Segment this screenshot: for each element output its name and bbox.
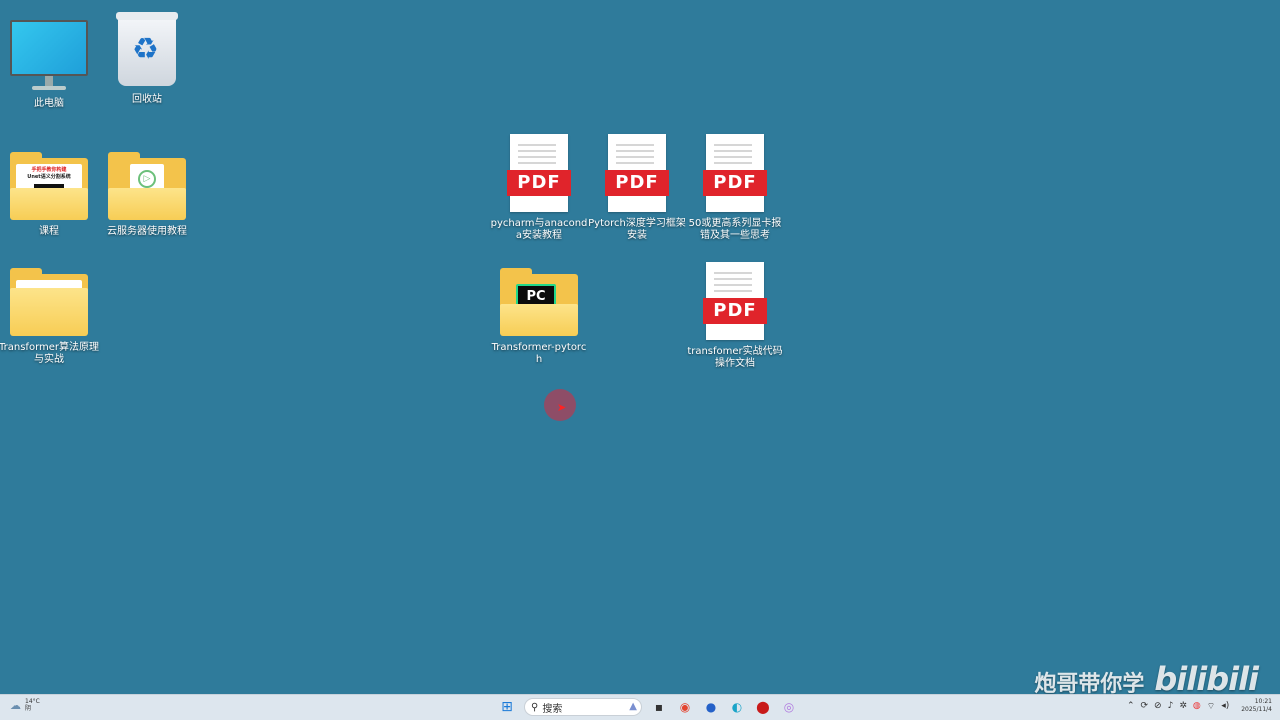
taskbar: ☁ 14°C 阴 ⊞ ⚲ 搜索 ▲ ▪ ◉ ● ◐ ⬤ ◎ ⌃ ⟳ ⊘ ♪ ✲ …	[0, 694, 1280, 720]
desktop-icon-this-pc[interactable]: 此电脑	[0, 10, 99, 110]
pdf-badge: PDF	[703, 170, 767, 196]
settings-icon[interactable]: ✲	[1179, 701, 1187, 711]
watermark: 炮哥带你学 bilibili	[1034, 660, 1259, 698]
folder-icon: PC	[500, 268, 578, 336]
icon-label: Transformer算法原理与实战	[0, 342, 100, 365]
edge-icon[interactable]: ◐	[728, 698, 746, 716]
icon-label: Pytorch深度学习框架安装	[588, 218, 686, 241]
desktop-icon-pdf-gpu-errors[interactable]: PDF 50或更高系列显卡报错及其一些思考	[685, 134, 785, 241]
camera-off-icon[interactable]: ⊘	[1154, 701, 1162, 711]
weather-condition: 阴	[25, 705, 32, 712]
clock[interactable]: 10:21 2025/11/4	[1241, 698, 1272, 714]
pdf-file-icon: PDF	[703, 134, 767, 212]
mouse-cursor-icon: ➤	[557, 401, 567, 414]
volume-icon[interactable]: ◂)	[1221, 701, 1229, 711]
cloud-icon: ☁	[10, 698, 21, 712]
desktop-icon-course-folder[interactable]: 手把手教你构建 Unet语义分割系统 课程	[0, 138, 99, 238]
desktop-icon-transformer-pytorch-folder[interactable]: PC Transformer-pytorch	[489, 266, 589, 366]
bilibili-logo: bilibili	[1154, 660, 1259, 698]
app-tray-icon[interactable]: ◍	[1193, 701, 1201, 711]
task-view-icon[interactable]: ▪	[650, 698, 668, 716]
folder-icon: ▷	[108, 152, 186, 220]
wifi-icon[interactable]: ⌔	[1207, 701, 1215, 712]
desktop-icon-pdf-pycharm[interactable]: PDF pycharm与anaconda安装教程	[489, 134, 589, 241]
search-placeholder: 搜索	[542, 703, 563, 715]
desktop-icon-transformer-folder[interactable]: Transformer算法原理与实战	[0, 266, 99, 366]
start-icon[interactable]: ⊞	[498, 698, 516, 716]
monitor-icon	[10, 20, 88, 92]
desktop-icon-pdf-transformer-doc[interactable]: PDF transfomer实战代码操作文档	[685, 262, 785, 369]
icon-label: 课程	[39, 226, 59, 237]
weather-widget[interactable]: ☁ 14°C 阴	[10, 698, 40, 712]
microphone-icon[interactable]: ♪	[1168, 701, 1174, 711]
pdf-file-icon: PDF	[703, 262, 767, 340]
pdf-file-icon: PDF	[605, 134, 669, 212]
thumbnail-text: Unet语义分割系统	[27, 174, 71, 180]
desktop-icon-recycle-bin[interactable]: ♻ 回收站	[97, 6, 197, 106]
sync-icon[interactable]: ⟳	[1140, 701, 1148, 711]
desktop-icon-pdf-pytorch[interactable]: PDF Pytorch深度学习框架安装	[587, 134, 687, 241]
icon-label: 此电脑	[34, 98, 64, 109]
weather-temp: 14°C	[25, 698, 40, 705]
icon-label: 回收站	[132, 94, 162, 105]
search-highlight-icon: ▲	[629, 701, 637, 712]
maps-icon[interactable]: ●	[702, 698, 720, 716]
icon-label: pycharm与anaconda安装教程	[490, 218, 588, 241]
icon-label: 云服务器使用教程	[107, 226, 187, 237]
desktop-icon-cloud-server-folder[interactable]: ▷ 云服务器使用教程	[97, 138, 197, 238]
icon-label: 50或更高系列显卡报错及其一些思考	[688, 218, 782, 241]
pdf-badge: PDF	[703, 298, 767, 324]
chevron-up-icon[interactable]: ⌃	[1127, 701, 1135, 711]
video-icon: ▷	[138, 170, 156, 188]
icon-label: transfomer实战代码操作文档	[687, 346, 783, 369]
pdf-file-icon: PDF	[507, 134, 571, 212]
desktop: 此电脑 ♻ 回收站 手把手教你构建 Unet语义分割系统 课程 ▷ 云服务器使用…	[0, 0, 1280, 698]
system-tray: ⌃ ⟳ ⊘ ♪ ✲ ◍ ⌔ ◂) 10:21 2025/11/4	[1127, 698, 1272, 714]
icon-label: Transformer-pytorch	[491, 342, 587, 365]
app-icon[interactable]: ◎	[780, 698, 798, 716]
search-box[interactable]: ⚲ 搜索 ▲	[524, 698, 642, 716]
folder-icon: 手把手教你构建 Unet语义分割系统	[10, 152, 88, 220]
search-icon: ⚲	[531, 701, 539, 713]
chrome-icon[interactable]: ◉	[676, 698, 694, 716]
taskbar-center: ⊞ ⚲ 搜索 ▲ ▪ ◉ ● ◐ ⬤ ◎	[498, 698, 798, 716]
recorder-icon[interactable]: ⬤	[754, 698, 772, 716]
pdf-badge: PDF	[507, 170, 571, 196]
pdf-badge: PDF	[605, 170, 669, 196]
clock-date: 2025/11/4	[1241, 706, 1272, 713]
folder-icon	[10, 268, 88, 336]
thumbnail-text: 手把手教你构建	[31, 167, 67, 173]
clock-time: 10:21	[1254, 698, 1272, 705]
recycle-bin-icon: ♻	[116, 8, 178, 88]
